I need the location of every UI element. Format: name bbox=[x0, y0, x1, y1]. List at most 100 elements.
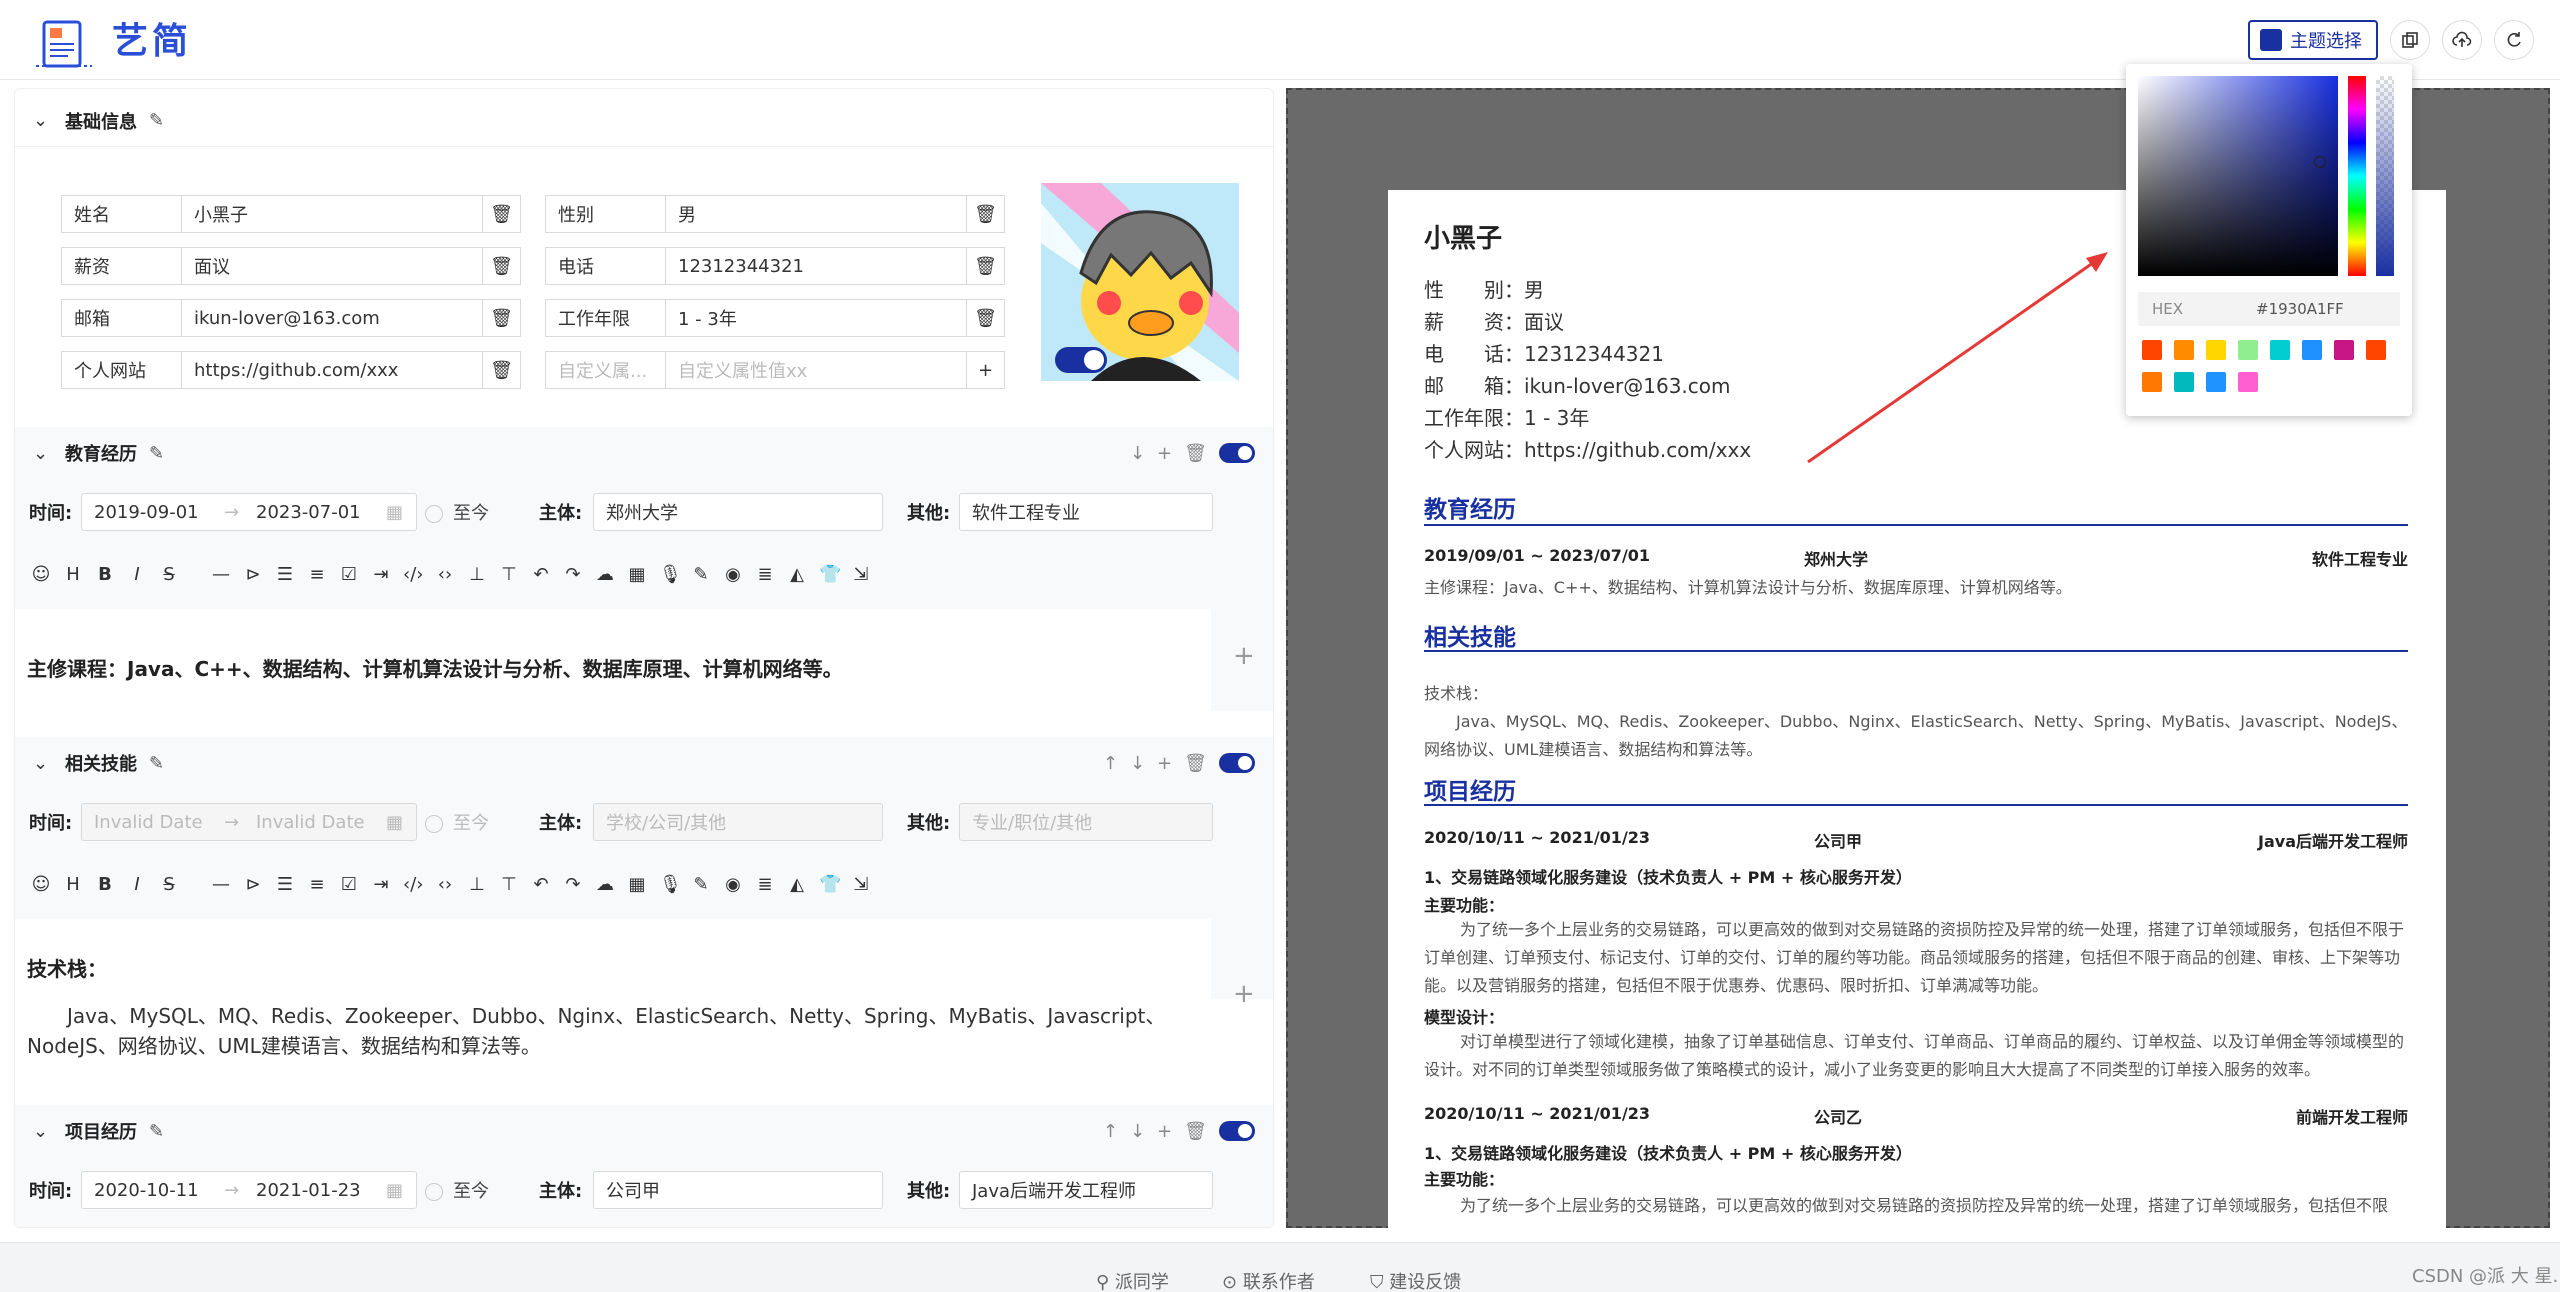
other-input[interactable]: 专业/职位/其他 bbox=[959, 803, 1213, 841]
skills-header[interactable]: ⌄ 相关技能 ✎ ↑ ↓ + 🗑 bbox=[15, 737, 1273, 789]
bold-icon[interactable]: B bbox=[95, 564, 115, 585]
custom-field[interactable]: 自定义属... 自定义属性值xx + bbox=[545, 351, 1005, 389]
color-swatch[interactable] bbox=[2270, 340, 2290, 360]
basic-info-header[interactable]: ⌄ 基础信息 ✎ bbox=[15, 95, 1273, 147]
trash-icon[interactable]: 🗑 bbox=[482, 248, 520, 284]
edit-icon[interactable]: ✎ bbox=[691, 564, 711, 585]
color-swatch[interactable] bbox=[2142, 340, 2162, 360]
fill-icon[interactable]: ◭ bbox=[787, 874, 807, 895]
hex-value[interactable]: #1930A1FF bbox=[2256, 300, 2344, 318]
align-bottom-icon[interactable]: ⊥ bbox=[467, 564, 487, 585]
redo-icon[interactable]: ↷ bbox=[563, 874, 583, 895]
color-swatch[interactable] bbox=[2334, 340, 2354, 360]
color-swatch[interactable] bbox=[2174, 340, 2194, 360]
until-now-radio[interactable]: 至今 bbox=[425, 1177, 489, 1203]
custom-label-input[interactable]: 自定义属... bbox=[546, 352, 666, 388]
date-range-picker[interactable]: Invalid Date → Invalid Date ▦ bbox=[81, 803, 417, 841]
until-now-radio[interactable]: 至今 bbox=[425, 499, 489, 525]
date-range-picker[interactable]: 2019-09-01 → 2023-07-01 ▦ bbox=[81, 493, 417, 531]
website-field[interactable]: 个人网站 https://github.com/xxx 🗑 bbox=[61, 351, 521, 389]
arrow-down-icon[interactable]: ↓ bbox=[1130, 753, 1145, 774]
other-input[interactable]: Java后端开发工程师 bbox=[959, 1171, 1213, 1209]
footer-link-contact[interactable]: ⊙ 联系作者 bbox=[1222, 1268, 1315, 1292]
email-field[interactable]: 邮箱 ikun-lover@163.com 🗑 bbox=[61, 299, 521, 337]
align-bottom-icon[interactable]: ⊥ bbox=[467, 874, 487, 895]
preview-icon[interactable]: ◉ bbox=[723, 874, 743, 895]
field-value[interactable]: 1 - 3年 bbox=[666, 305, 966, 331]
visibility-toggle[interactable] bbox=[1219, 1121, 1255, 1141]
bold-icon[interactable]: B bbox=[95, 874, 115, 895]
add-icon[interactable]: + bbox=[1233, 979, 1255, 1009]
end-date[interactable]: 2023-07-01 bbox=[256, 502, 386, 523]
export-icon[interactable]: ⇲ bbox=[851, 564, 871, 585]
start-date[interactable]: 2020-10-11 bbox=[94, 1180, 224, 1201]
date-range-picker[interactable]: 2020-10-11 → 2021-01-23 ▦ bbox=[81, 1171, 417, 1209]
add-icon[interactable]: + bbox=[1157, 753, 1172, 774]
align-center-icon[interactable]: ≣ bbox=[755, 874, 775, 895]
hex-input[interactable]: HEX #1930A1FF bbox=[2138, 292, 2400, 326]
emoji-icon[interactable]: ☺ bbox=[31, 564, 51, 585]
trash-icon[interactable]: 🗑 bbox=[482, 300, 520, 336]
quote-icon[interactable]: ⊳ bbox=[243, 874, 263, 895]
add-icon[interactable]: + bbox=[1157, 1121, 1172, 1142]
other-input[interactable]: 软件工程专业 bbox=[959, 493, 1213, 531]
skills-content[interactable]: 技术栈： Java、MySQL、MQ、Redis、Zookeeper、Dubbo… bbox=[15, 919, 1211, 1099]
field-value[interactable]: 小黑子 bbox=[182, 201, 482, 227]
strikethrough-icon[interactable]: S bbox=[159, 874, 179, 895]
name-field[interactable]: 姓名 小黑子 🗑 bbox=[61, 195, 521, 233]
until-now-radio[interactable]: 至今 bbox=[425, 809, 489, 835]
visibility-toggle[interactable] bbox=[1219, 753, 1255, 773]
visibility-toggle[interactable] bbox=[1219, 443, 1255, 463]
avatar[interactable] bbox=[1041, 183, 1239, 381]
trash-icon[interactable]: 🗑 bbox=[966, 300, 1004, 336]
copy-button[interactable] bbox=[2390, 20, 2430, 60]
arrow-down-icon[interactable]: ↓ bbox=[1130, 1121, 1145, 1142]
pencil-icon[interactable]: ✎ bbox=[149, 1121, 164, 1142]
subject-input[interactable]: 学校/公司/其他 bbox=[593, 803, 883, 841]
picker-handle[interactable] bbox=[2314, 156, 2326, 168]
pencil-icon[interactable]: ✎ bbox=[149, 443, 164, 464]
undo-icon[interactable]: ↶ bbox=[531, 874, 551, 895]
heading-icon[interactable]: H bbox=[63, 874, 83, 895]
saturation-panel[interactable] bbox=[2138, 76, 2338, 276]
add-icon[interactable]: + bbox=[1233, 641, 1255, 671]
upload-icon[interactable]: ☁ bbox=[595, 874, 615, 895]
hue-slider[interactable] bbox=[2348, 76, 2366, 276]
trash-icon[interactable]: 🗑 bbox=[1184, 1121, 1207, 1142]
trash-icon[interactable]: 🗑 bbox=[1184, 443, 1207, 464]
checklist-icon[interactable]: ☑ bbox=[339, 874, 359, 895]
checklist-icon[interactable]: ☑ bbox=[339, 564, 359, 585]
custom-value-input[interactable]: 自定义属性值xx bbox=[666, 357, 966, 383]
color-swatch[interactable] bbox=[2302, 340, 2322, 360]
end-date[interactable]: Invalid Date bbox=[256, 812, 386, 833]
alpha-slider[interactable] bbox=[2376, 76, 2394, 276]
italic-icon[interactable]: I bbox=[127, 874, 147, 895]
arrow-up-icon[interactable]: ↑ bbox=[1103, 1121, 1118, 1142]
trash-icon[interactable]: 🗑 bbox=[482, 352, 520, 388]
subject-input[interactable]: 公司甲 bbox=[593, 1171, 883, 1209]
hr-icon[interactable]: — bbox=[211, 874, 231, 895]
strikethrough-icon[interactable]: S bbox=[159, 564, 179, 585]
color-swatch[interactable] bbox=[2206, 372, 2226, 392]
arrow-up-icon[interactable]: ↑ bbox=[1103, 753, 1118, 774]
chevron-down-icon[interactable]: ⌄ bbox=[33, 753, 48, 774]
salary-field[interactable]: 薪资 面议 🗑 bbox=[61, 247, 521, 285]
align-top-icon[interactable]: ⊤ bbox=[499, 874, 519, 895]
hr-icon[interactable]: — bbox=[211, 564, 231, 585]
upload-icon[interactable]: ☁ bbox=[595, 564, 615, 585]
color-swatch[interactable] bbox=[2238, 372, 2258, 392]
phone-field[interactable]: 电话 12312344321 🗑 bbox=[545, 247, 1005, 285]
trash-icon[interactable]: 🗑 bbox=[1184, 753, 1207, 774]
heading-icon[interactable]: H bbox=[63, 564, 83, 585]
reset-button[interactable] bbox=[2494, 20, 2534, 60]
trash-icon[interactable]: 🗑 bbox=[482, 196, 520, 232]
work-years-field[interactable]: 工作年限 1 - 3年 🗑 bbox=[545, 299, 1005, 337]
shirt-icon[interactable]: 👕 bbox=[819, 874, 841, 895]
code-block-icon[interactable]: ‹/› bbox=[403, 874, 423, 895]
footer-link-pai[interactable]: ⚲ 派同学 bbox=[1096, 1268, 1169, 1292]
code-inline-icon[interactable]: ‹› bbox=[435, 564, 455, 585]
education-header[interactable]: ⌄ 教育经历 ✎ ↓ + 🗑 bbox=[15, 427, 1273, 479]
emoji-icon[interactable]: ☺ bbox=[31, 874, 51, 895]
pencil-icon[interactable]: ✎ bbox=[149, 110, 164, 131]
table-icon[interactable]: ▦ bbox=[627, 564, 647, 585]
